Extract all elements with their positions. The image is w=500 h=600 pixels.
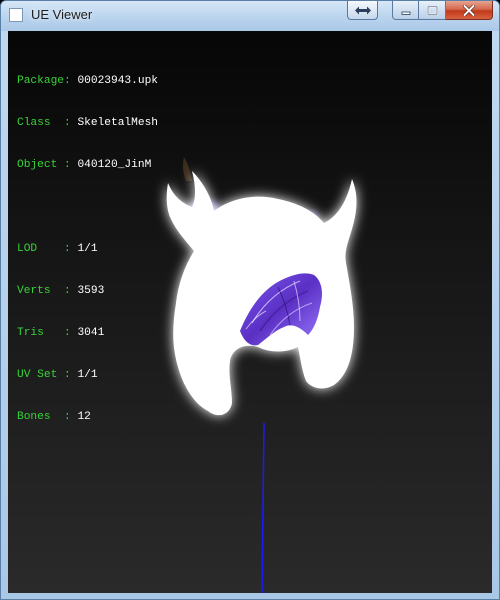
maximize-icon xyxy=(426,5,438,15)
close-button[interactable] xyxy=(446,1,493,20)
info-label: Package: xyxy=(17,75,71,87)
info-value: 1/1 xyxy=(77,243,98,255)
close-icon xyxy=(463,4,475,16)
info-value: SkeletalMesh xyxy=(77,117,159,129)
info-value: 3593 xyxy=(77,285,105,297)
info-row-uvset: UV Set : 1/1 xyxy=(17,368,158,382)
double-arrow-button[interactable] xyxy=(347,1,378,20)
horn-tip xyxy=(182,157,192,181)
info-row-class: Class : SkeletalMesh xyxy=(17,116,158,130)
info-label: Object : xyxy=(17,159,71,171)
title-bar[interactable]: UE Viewer xyxy=(1,1,499,31)
info-label: Bones : xyxy=(17,411,71,423)
double-arrow-icon xyxy=(354,6,371,14)
info-row-verts: Verts : 3593 xyxy=(17,284,158,298)
info-row-bones: Bones : 12 xyxy=(17,410,158,424)
minimize-icon xyxy=(401,11,410,15)
info-label: Class : xyxy=(17,117,71,129)
axis-line xyxy=(261,422,265,593)
info-row-tris: Tris : 3041 xyxy=(17,326,158,340)
window-title: UE Viewer xyxy=(31,7,93,22)
info-value: 040120_JinM xyxy=(77,159,152,171)
app-window-icon xyxy=(9,8,23,22)
info-label: Tris : xyxy=(17,327,71,339)
app-window: UE Viewer Package: 00023943.upk Class: … xyxy=(0,0,500,600)
maximize-button[interactable] xyxy=(419,1,446,20)
info-value: 00023943.upk xyxy=(77,75,159,87)
3d-viewport[interactable]: Package: 00023943.upk Class : SkeletalMe… xyxy=(8,31,492,593)
info-row-lod: LOD : 1/1 xyxy=(17,242,158,256)
info-value: 1/1 xyxy=(77,369,98,381)
info-row-package: Package: 00023943.upk xyxy=(17,74,158,88)
info-value: 12 xyxy=(77,411,91,423)
minimize-button[interactable] xyxy=(392,1,419,20)
info-row-object: Object : 040120_JinM xyxy=(17,158,158,172)
mesh-info-overlay: Package: 00023943.upk Class : SkeletalMe… xyxy=(17,46,158,452)
info-value: 3041 xyxy=(77,327,105,339)
info-label: UV Set : xyxy=(17,369,71,381)
hair-mass xyxy=(166,171,357,416)
info-label: Verts : xyxy=(17,285,71,297)
info-label: LOD : xyxy=(17,243,71,255)
